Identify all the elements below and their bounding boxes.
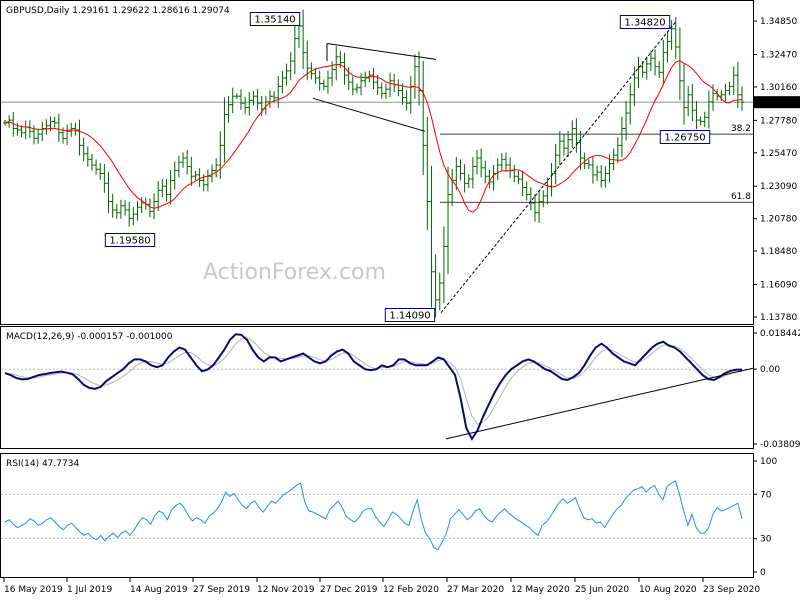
rsi-panel-title: RSI(14) 47.7734 bbox=[6, 459, 79, 469]
macd-tick-label: -0.038095 bbox=[760, 440, 800, 450]
date-tick-label: 16 May 2019 bbox=[4, 585, 63, 595]
price-tick-label: 1.34850 bbox=[760, 17, 797, 27]
price-tick-label: 1.27780 bbox=[760, 116, 797, 126]
price-tick-label: 1.25470 bbox=[760, 149, 797, 159]
gbpusd-chart: GBPUSD,Daily 1.29161 1.29622 1.28616 1.2… bbox=[0, 0, 800, 600]
date-tick-label: 27 Dec 2019 bbox=[320, 585, 378, 595]
tag-low-2020-text: 1.14090 bbox=[389, 311, 430, 322]
date-tick-label: 25 Jun 2020 bbox=[575, 585, 629, 595]
date-tick-label: 27 Mar 2020 bbox=[447, 585, 504, 595]
rsi-tick-label: 0 bbox=[760, 568, 766, 578]
date-tick-label: 14 Aug 2019 bbox=[130, 585, 188, 595]
price-panel-title: GBPUSD,Daily 1.29161 1.29622 1.28616 1.2… bbox=[6, 6, 230, 16]
rsi-tick-label: 30 bbox=[760, 535, 772, 545]
current-price-label: 1.29074 bbox=[759, 99, 796, 109]
price-tick-label: 1.23090 bbox=[760, 182, 797, 192]
tag-low-2019-text: 1.19580 bbox=[109, 236, 150, 247]
tag-high-2020: 1.34820 bbox=[619, 15, 671, 29]
tag-low-2020: 1.14090 bbox=[384, 308, 436, 322]
price-tick-label: 1.32470 bbox=[760, 50, 797, 60]
date-tick-label: 12 Feb 2020 bbox=[383, 585, 439, 595]
current-price-marker: 1.29074 bbox=[754, 96, 800, 109]
watermark: ActionForex.com bbox=[203, 260, 386, 285]
date-tick-label: 12 Nov 2019 bbox=[257, 585, 315, 595]
tag-high-2020-text: 1.34820 bbox=[624, 18, 665, 29]
price-tick-label: 1.16090 bbox=[760, 281, 797, 291]
tag-low-2019: 1.19580 bbox=[104, 233, 156, 247]
date-tick-label: 12 May 2020 bbox=[511, 585, 570, 595]
date-tick-label: 23 Sep 2020 bbox=[703, 585, 760, 595]
macd-panel-title: MACD(12,26,9) -0.000157 -0.001000 bbox=[6, 332, 173, 342]
date-tick-label: 27 Sep 2019 bbox=[193, 585, 250, 595]
tag-support-text: 1.26750 bbox=[664, 133, 705, 144]
fib-382-label: 38.2 bbox=[731, 124, 751, 134]
rsi-tick-label: 100 bbox=[760, 457, 777, 467]
price-tick-label: 1.18480 bbox=[760, 247, 797, 257]
price-tick-label: 1.30160 bbox=[760, 83, 797, 93]
fib-618-label: 61.8 bbox=[731, 192, 751, 202]
macd-tick-label: 0.00 bbox=[760, 365, 780, 375]
rsi-tick-label: 70 bbox=[760, 490, 772, 500]
date-tick-label: 10 Aug 2020 bbox=[639, 585, 697, 595]
tag-high-2019-text: 1.35140 bbox=[254, 15, 295, 26]
price-tick-label: 1.20780 bbox=[760, 215, 797, 225]
macd-tick-label: 0.018442 bbox=[760, 329, 800, 339]
price-tick-label: 1.13780 bbox=[760, 313, 797, 323]
date-tick-label: 1 Jul 2019 bbox=[67, 585, 112, 595]
tag-support: 1.26750 bbox=[659, 130, 711, 144]
tag-high-2019: 1.35140 bbox=[249, 12, 301, 26]
